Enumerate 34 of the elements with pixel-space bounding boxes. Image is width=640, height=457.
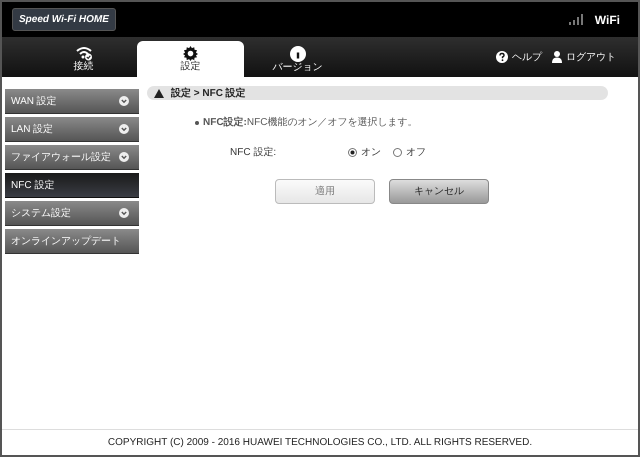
help-link[interactable]: ヘルプ: [496, 50, 542, 64]
cancel-button[interactable]: キャンセル: [389, 179, 489, 204]
wifi-check-icon: [74, 46, 92, 61]
help-icon: [496, 51, 508, 63]
info-icon: [290, 46, 306, 62]
chevron-down-icon: [119, 96, 129, 106]
wifi-logo: WiFi: [594, 12, 620, 28]
nav-tab[interactable]: バージョン: [244, 41, 351, 77]
warning-icon: [154, 88, 164, 98]
nfc-setting-label: NFC 設定:: [230, 146, 278, 160]
bullet-icon: [195, 120, 199, 124]
chevron-down-icon: [119, 152, 129, 162]
user-icon: [552, 51, 562, 63]
sidebar-item[interactable]: LAN 設定: [5, 117, 139, 142]
breadcrumb: 設定 > NFC 設定: [171, 86, 246, 100]
logout-link[interactable]: ログアウト: [552, 50, 616, 64]
radio-label: オン: [361, 146, 381, 160]
logo: Speed Wi-Fi HOME: [12, 8, 116, 31]
sidebar-item[interactable]: オンラインアップデート: [5, 229, 139, 254]
sidebar-item[interactable]: システム設定: [5, 201, 139, 226]
chevron-down-icon: [119, 208, 129, 218]
radio-label: オフ: [406, 146, 426, 160]
radio-button[interactable]: [348, 148, 357, 157]
sidebar-item[interactable]: NFC 設定: [5, 173, 139, 198]
sidebar-item[interactable]: WAN 設定: [5, 89, 139, 114]
nav-tab[interactable]: 設定: [137, 41, 244, 77]
description: NFC設定:NFC機能のオン／オフを選択します。: [203, 115, 418, 130]
copyright: COPYRIGHT (C) 2009 - 2016 HUAWEI TECHNOLOGIES CO., LTD. ALL RIGHTS RESERVED.: [108, 436, 532, 450]
settings-icon: [183, 46, 198, 61]
chevron-down-icon: [119, 124, 129, 134]
sidebar-item[interactable]: ファイアウォール設定: [5, 145, 139, 170]
radio-button[interactable]: [393, 148, 402, 157]
signal-icon: [568, 14, 585, 25]
nav-tab[interactable]: 接続: [30, 41, 137, 77]
